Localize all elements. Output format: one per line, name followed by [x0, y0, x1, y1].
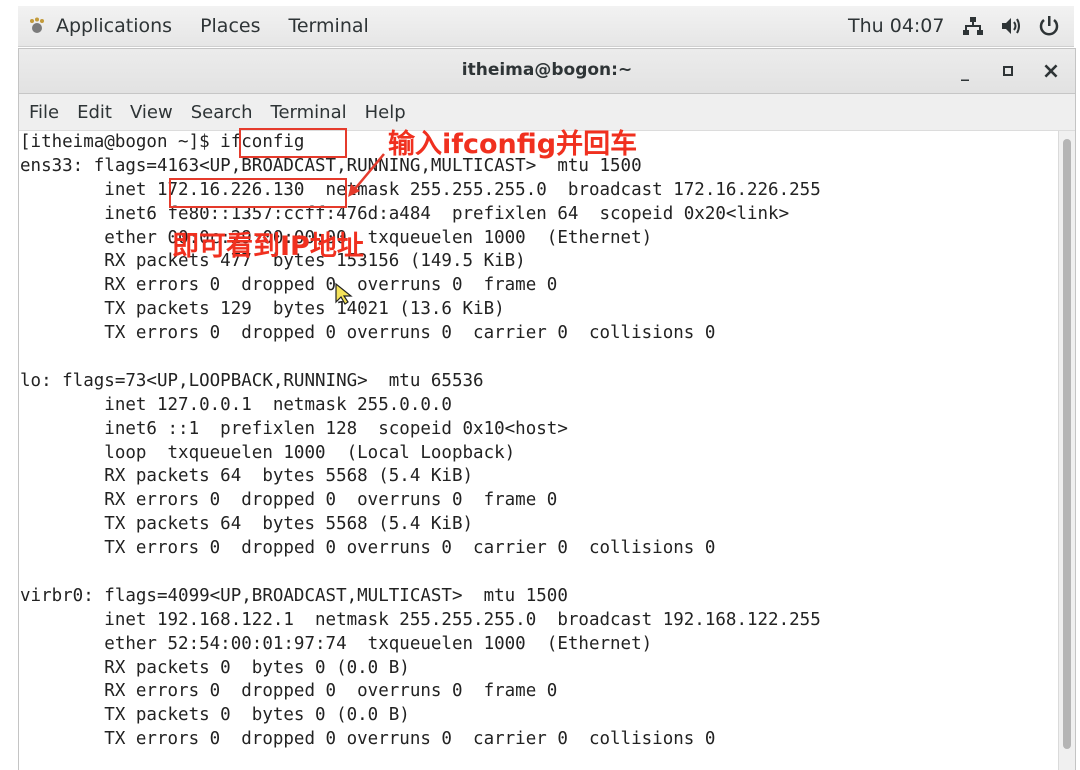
annotation-arrow — [348, 153, 385, 197]
mouse-cursor-icon — [335, 282, 353, 305]
